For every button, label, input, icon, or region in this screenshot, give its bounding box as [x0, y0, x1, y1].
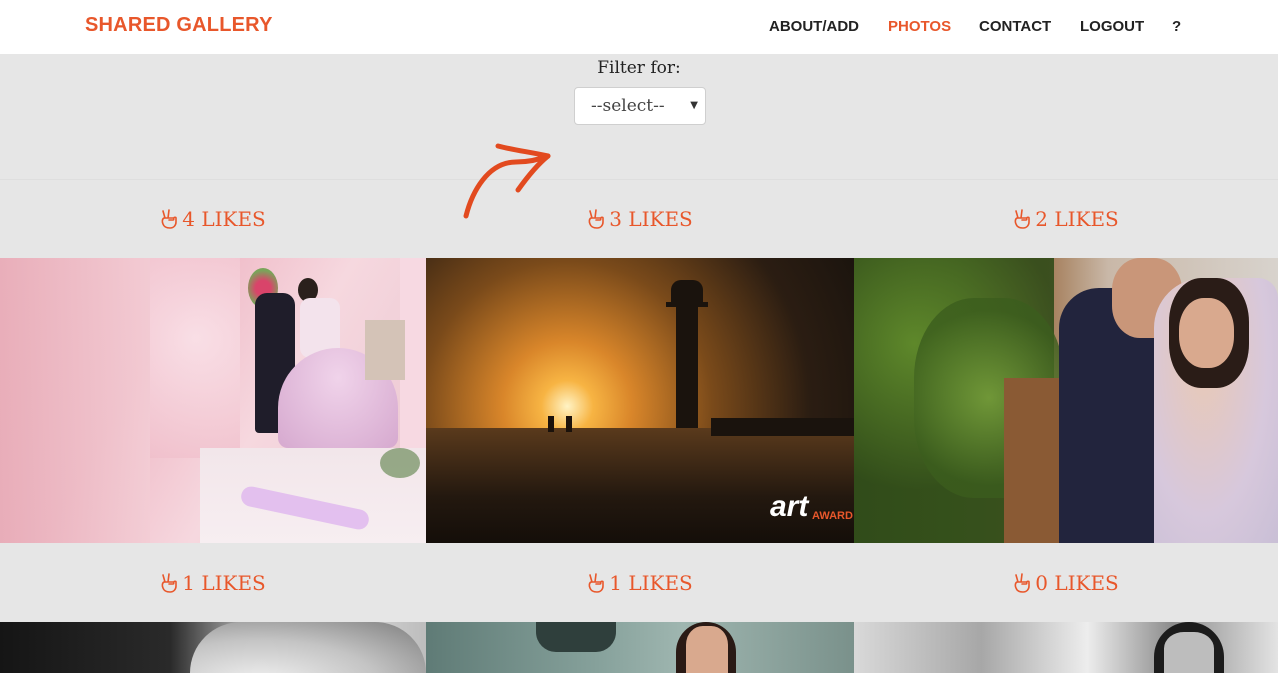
like-button[interactable]: 2 LIKES — [854, 180, 1278, 258]
nav-about-add[interactable]: ABOUT/ADD — [769, 18, 859, 35]
like-button[interactable]: 4 LIKES — [0, 180, 426, 258]
nav-help[interactable]: ? — [1172, 18, 1181, 35]
nav-logout[interactable]: LOGOUT — [1080, 18, 1144, 35]
caret-down-icon: ▼ — [690, 100, 698, 111]
like-button[interactable]: 1 LIKES — [0, 543, 426, 623]
like-count: 1 LIKES — [609, 571, 693, 595]
likes-row-2: 1 LIKES 1 LIKES 0 LIKES — [0, 543, 1278, 621]
peace-hand-icon — [588, 573, 605, 593]
like-button[interactable]: 3 LIKES — [426, 180, 854, 258]
peace-hand-icon — [588, 209, 605, 229]
peace-hand-icon — [1014, 573, 1031, 593]
like-count: 0 LIKES — [1035, 571, 1119, 595]
photo-bw-umbrella[interactable] — [0, 622, 426, 673]
photo-bw-boy[interactable] — [854, 622, 1278, 673]
like-button[interactable]: 1 LIKES — [426, 543, 854, 623]
nav-contact[interactable]: CONTACT — [979, 18, 1051, 35]
badge-art-text: art — [770, 490, 809, 523]
photo-bride-car[interactable] — [426, 622, 854, 673]
like-count: 1 LIKES — [182, 571, 266, 595]
filter-section: Filter for: --select-- ▼ — [0, 54, 1278, 219]
peace-hand-icon — [161, 573, 178, 593]
badge-award-text: AWARD — [812, 510, 853, 522]
likes-row-1: 4 LIKES 3 LIKES 2 LIKES — [0, 180, 1278, 258]
photo-lighthouse-sunset[interactable]: art AWARD — [426, 258, 854, 543]
brand-logo[interactable]: SHARED GALLERY — [85, 14, 273, 37]
nav-photos[interactable]: PHOTOS — [888, 18, 951, 35]
peace-hand-icon — [1014, 209, 1031, 229]
like-button[interactable]: 0 LIKES — [854, 543, 1278, 623]
navbar: SHARED GALLERY ABOUT/ADD PHOTOS CONTACT … — [0, 0, 1278, 54]
filter-select[interactable]: --select-- ▼ — [574, 87, 706, 125]
like-count: 2 LIKES — [1035, 207, 1119, 231]
peace-hand-icon — [161, 209, 178, 229]
like-count: 4 LIKES — [182, 207, 266, 231]
photo-wedding-ceremony[interactable] — [0, 258, 426, 543]
like-count: 3 LIKES — [609, 207, 693, 231]
photo-couple-ivy[interactable] — [854, 258, 1278, 543]
filter-select-value: --select-- — [591, 96, 665, 116]
filter-label: Filter for: — [597, 58, 681, 78]
